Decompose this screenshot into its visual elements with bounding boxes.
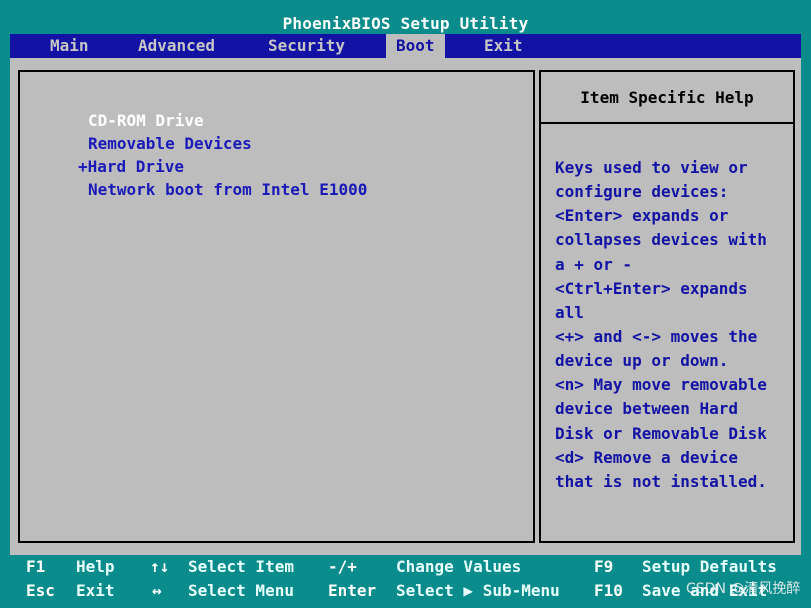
key-legend: F1 Help ↑↓ Select Item -/+ Change Values… [10,555,801,605]
menu-bar: Main Advanced Security Boot Exit [10,34,801,58]
boot-order-pane: CD-ROM Drive Removable Devices +Hard Dri… [18,70,535,543]
help-line: device between Hard [555,399,739,419]
change-values-label: Change Values [396,557,522,576]
tab-security[interactable]: Security [258,34,355,58]
up-down-arrows-icon: ↑↓ [150,557,170,576]
boot-item-hard-drive[interactable]: +Hard Drive [78,156,184,178]
setup-defaults-label: Setup Defaults [642,557,777,576]
boot-item-removable[interactable]: Removable Devices [88,133,252,155]
help-line: <n> May move removable [555,375,767,395]
key-f9: F9 [594,557,614,576]
key-esc: Esc [26,581,55,600]
tab-boot[interactable]: Boot [386,34,445,58]
help-line: <Enter> expands or [555,206,729,226]
key-minus-plus: -/+ [328,557,357,576]
tab-main[interactable]: Main [40,34,99,58]
key-esc-label: Exit [76,581,115,600]
help-line: <d> Remove a device [555,447,739,467]
key-f1-label: Help [76,557,115,576]
key-f1: F1 [26,557,46,576]
bios-window: PhoenixBIOS Setup Utility Main Advanced … [0,0,811,608]
main-panel: CD-ROM Drive Removable Devices +Hard Dri… [10,58,801,555]
help-pane: Item Specific Help Keys used to view or … [539,70,795,543]
help-line: all [555,302,584,322]
select-submenu-label: Select ▶ Sub-Menu [396,581,560,600]
tab-exit[interactable]: Exit [474,34,533,58]
help-line: device up or down. [555,351,729,371]
key-f10: F10 [594,581,623,600]
help-line: <Ctrl+Enter> expands [555,278,748,298]
help-line: Keys used to view or [555,158,748,177]
watermark: CSDN @清风挽醉 [686,581,801,597]
help-line: a + or - [555,254,633,274]
left-right-arrows-icon: ↔ [152,581,162,600]
tab-advanced[interactable]: Advanced [128,34,225,58]
key-enter: Enter [328,581,377,600]
help-text: Keys used to view or configure devices: … [555,156,791,494]
help-line: Disk or Removable Disk [555,423,767,443]
select-item-label: Select Item [188,557,294,576]
help-line: configure devices: [555,182,729,202]
boot-item-cdrom[interactable]: CD-ROM Drive [88,110,204,132]
boot-item-network[interactable]: Network boot from Intel E1000 [88,179,367,201]
select-menu-label: Select Menu [188,581,294,600]
help-title: Item Specific Help [541,72,793,124]
help-line: collapses devices with [555,230,767,250]
help-line: that is not installed. [555,471,767,491]
help-line: <+> and <-> moves the [555,326,758,346]
app-title: PhoenixBIOS Setup Utility [10,14,801,34]
